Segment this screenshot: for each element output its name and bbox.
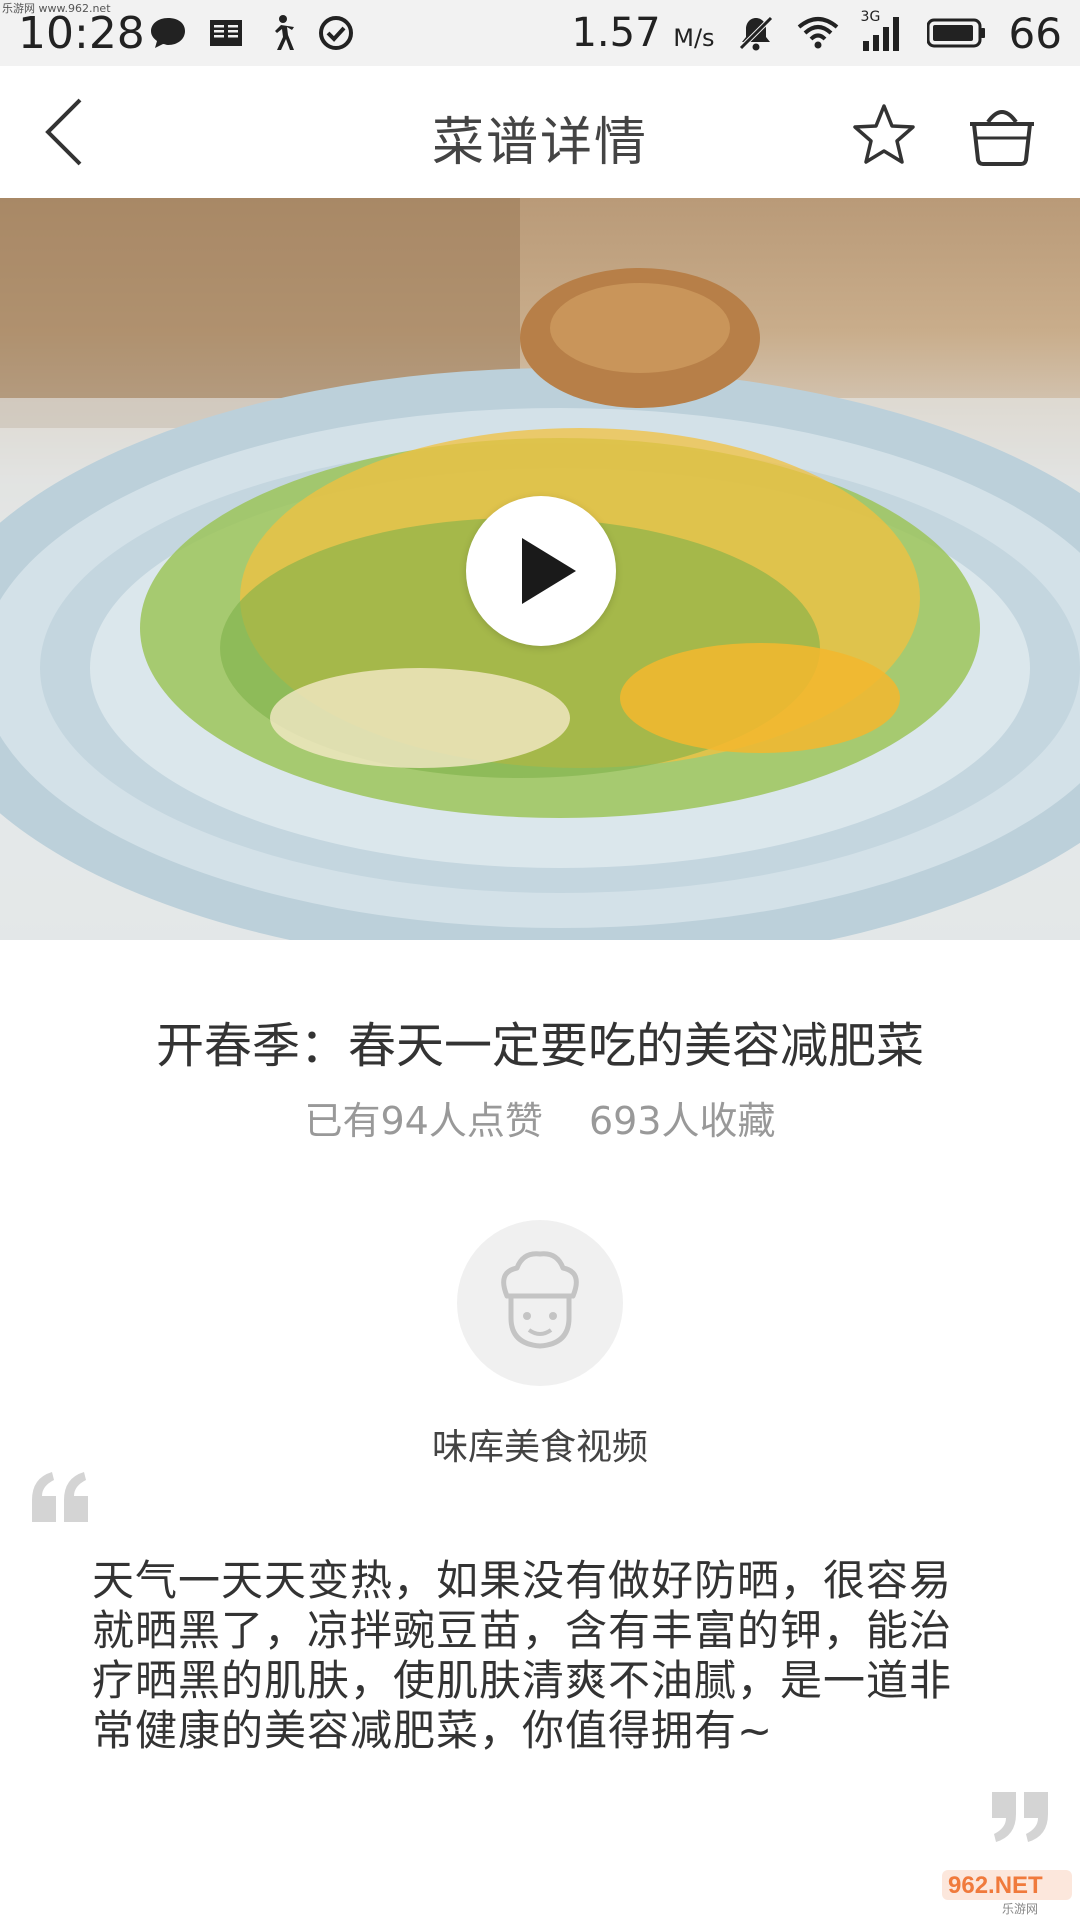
watermark-brand: 962.NET xyxy=(948,1872,1043,1899)
likes-count: 已有94人点赞 xyxy=(304,1099,543,1143)
walking-icon xyxy=(275,15,294,50)
recipe-stats: 已有94人点赞 693人收藏 xyxy=(0,1090,1080,1145)
speed-unit: M/s xyxy=(673,24,715,52)
recipe-video[interactable] xyxy=(0,198,1080,940)
network-speed: 1.57 M/s xyxy=(571,10,714,56)
battery-level: 66 xyxy=(1008,8,1062,58)
author-name[interactable]: 味库美食视频 xyxy=(0,1418,1080,1470)
check-circle-icon xyxy=(319,16,353,50)
status-bar: 乐游网 www.962.net 10:28 1.57 M/s 3G 66 xyxy=(0,0,1080,66)
header-bar: 菜谱详情 xyxy=(0,66,1080,198)
star-icon xyxy=(853,104,915,164)
message-icon xyxy=(151,18,185,48)
page-title: 菜谱详情 xyxy=(431,113,648,173)
battery-icon xyxy=(926,18,985,48)
favorites-count: 693人收藏 xyxy=(588,1099,776,1143)
signal-icon: 3G xyxy=(861,9,905,53)
favorite-button[interactable] xyxy=(852,102,916,166)
chef-avatar-icon xyxy=(501,1251,579,1349)
mute-icon xyxy=(738,16,773,51)
recipe-description: 天气一天天变热，如果没有做好防晒，很容易就晒黑了，凉拌豌豆苗，含有丰富的钾，能治… xyxy=(92,1556,953,1755)
watermark-sub: 乐游网 xyxy=(1002,1902,1039,1916)
status-time: 10:28 xyxy=(18,8,145,59)
bottom-watermark: 962.NET 乐游网 xyxy=(942,1870,1072,1916)
recipe-title: 开春季：春天一定要吃的美容减肥菜 xyxy=(155,1018,924,1074)
status-left-icons xyxy=(150,10,354,56)
reader-icon xyxy=(210,20,242,46)
close-quote-icon xyxy=(992,1792,1048,1842)
open-quote-icon xyxy=(32,1472,88,1522)
basket-button[interactable] xyxy=(966,100,1038,168)
speed-value: 1.57 xyxy=(571,10,661,56)
status-right-icons: 1.57 M/s 3G 66 xyxy=(571,8,1062,58)
play-icon xyxy=(522,538,576,604)
wifi-icon xyxy=(797,17,838,49)
play-button[interactable] xyxy=(466,496,616,646)
author-avatar[interactable] xyxy=(457,1220,623,1386)
basket-icon xyxy=(970,110,1034,166)
